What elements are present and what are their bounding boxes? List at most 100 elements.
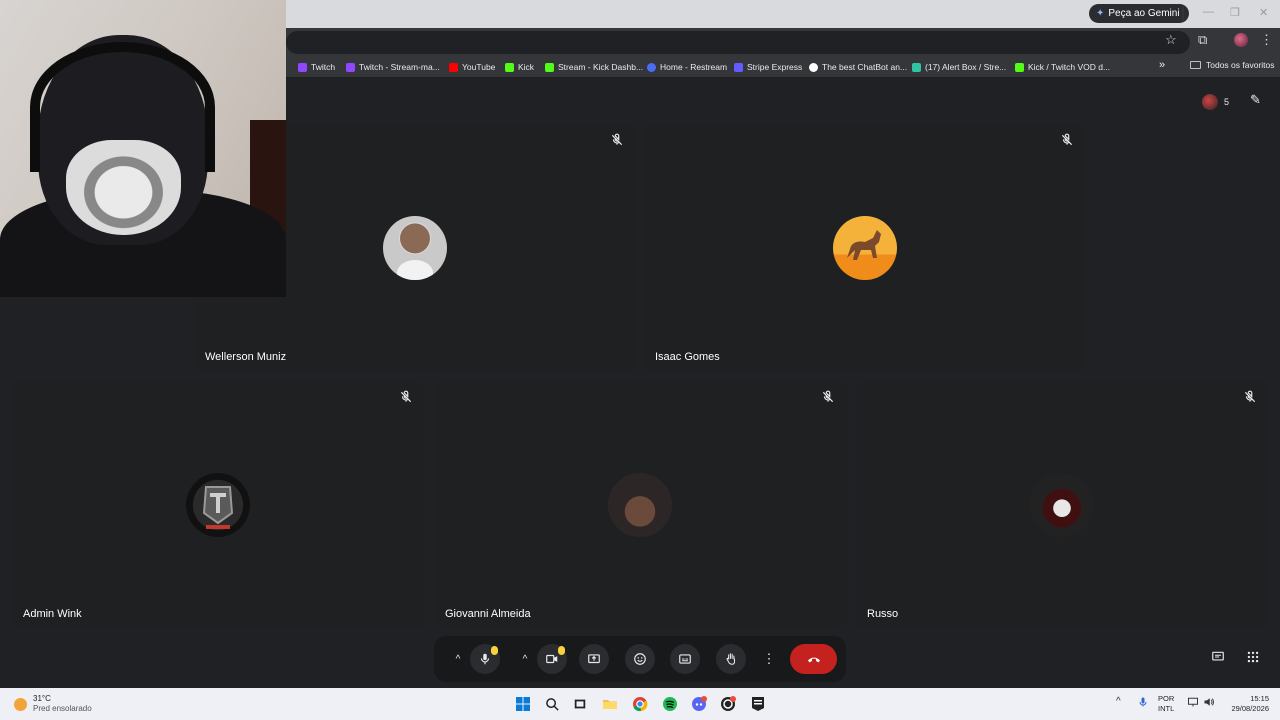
mic-off-icon — [1244, 390, 1256, 403]
windows-taskbar: 31°C Pred ensolarado ^ POR INTL 15:15 29… — [0, 688, 1280, 720]
bookmarks-overflow-icon[interactable]: » — [1159, 59, 1165, 71]
participants-button[interactable]: 5 — [1202, 92, 1229, 112]
tank-emblem-icon — [202, 486, 234, 529]
task-view-button[interactable] — [571, 695, 589, 713]
reactions-button[interactable] — [625, 644, 655, 674]
activities-grid-icon[interactable] — [1246, 650, 1260, 667]
epic-games-icon — [752, 697, 764, 711]
present-screen-button[interactable] — [579, 644, 609, 674]
camera-button[interactable] — [537, 644, 567, 674]
camera-notification-dot — [558, 646, 565, 655]
folder-icon — [1190, 61, 1201, 69]
bookmark-twitch-stream-manager[interactable]: Twitch - Stream-ma... — [346, 60, 440, 74]
chat-icon[interactable] — [1211, 650, 1225, 667]
spotify-icon — [663, 697, 677, 711]
more-vert-icon: ⋮ — [762, 651, 776, 666]
bookmark-youtube[interactable]: YouTube — [449, 60, 495, 74]
participant-tile[interactable]: Russo — [856, 381, 1269, 629]
restream-icon — [647, 62, 656, 72]
gemini-button[interactable]: ✦ Peça ao Gemini — [1089, 4, 1189, 23]
close-icon[interactable]: ✕ — [1259, 6, 1268, 19]
spotify-button[interactable] — [661, 695, 679, 713]
kick-icon — [505, 62, 514, 72]
folder-explorer-icon — [603, 700, 617, 709]
windows-logo-icon — [516, 697, 530, 711]
mic-off-icon — [611, 133, 623, 146]
weather-widget[interactable]: 31°C Pred ensolarado — [14, 694, 92, 714]
chatbot-icon — [809, 62, 818, 72]
bookmark-stripe-express[interactable]: Stripe Express — [734, 60, 802, 74]
avatar — [1030, 473, 1094, 537]
bookmark-restream[interactable]: Home - Restream — [647, 60, 727, 74]
captions-icon — [679, 654, 691, 664]
kick-icon — [1015, 62, 1024, 72]
epic-games-button[interactable] — [749, 695, 767, 713]
leave-call-button[interactable] — [790, 644, 837, 674]
bookmark-kick-twitch-vod[interactable]: Kick / Twitch VOD d... — [1015, 60, 1110, 74]
participant-name: Wellerson Muniz — [205, 351, 287, 363]
horse-icon — [847, 230, 881, 260]
avatar — [383, 216, 447, 280]
discord-icon — [692, 696, 707, 711]
network-icon[interactable] — [1187, 696, 1199, 711]
volume-icon[interactable] — [1203, 696, 1215, 711]
bookmark-kick[interactable]: Kick — [505, 60, 534, 74]
emoji-icon — [634, 653, 646, 665]
raise-hand-icon — [726, 653, 736, 665]
raise-hand-button[interactable] — [716, 644, 746, 674]
obs-button[interactable] — [719, 695, 737, 713]
participants-avatars-icon — [1202, 94, 1218, 110]
start-button[interactable] — [514, 695, 532, 713]
search-taskbar-button[interactable] — [543, 695, 561, 713]
more-options-button[interactable]: ⋮ — [754, 644, 784, 674]
profile-avatar-icon[interactable] — [1234, 33, 1248, 47]
participant-name: Russo — [867, 608, 899, 620]
tray-overflow-chevron-icon[interactable]: ^ — [1116, 696, 1121, 707]
extensions-icon[interactable]: ⧉ — [1198, 32, 1207, 48]
microphone-button[interactable] — [470, 644, 500, 674]
language-indicator[interactable]: POR INTL — [1158, 694, 1174, 714]
discord-button[interactable] — [690, 695, 708, 713]
all-bookmarks-folder[interactable]: Todos os favoritos — [1190, 60, 1275, 70]
video-options-chevron-icon[interactable]: ^ — [517, 644, 533, 674]
titlebar-divider — [1182, 7, 1184, 21]
bookmark-chatbot[interactable]: The best ChatBot an... — [809, 60, 907, 74]
avatar — [608, 473, 672, 537]
webcam-skull-mask — [66, 140, 181, 235]
bookmark-twitch[interactable]: Twitch — [298, 60, 335, 74]
browser-menu-icon[interactable]: ⋮ — [1260, 32, 1273, 48]
chrome-icon — [633, 697, 648, 712]
obs-icon — [721, 696, 736, 711]
clock-date: 29/08/2026 — [1231, 704, 1269, 713]
restore-icon[interactable]: ❐ — [1230, 6, 1240, 19]
search-icon — [545, 697, 559, 711]
bookmark-kick-dashboard[interactable]: Stream - Kick Dashb... — [545, 60, 643, 74]
chrome-button[interactable] — [631, 695, 649, 713]
file-explorer-button[interactable] — [601, 695, 619, 713]
twitch-icon — [298, 62, 307, 72]
kick-icon — [545, 62, 554, 72]
present-screen-icon — [588, 654, 600, 664]
clock-time: 15:15 — [1250, 694, 1269, 703]
system-clock[interactable]: 15:15 29/08/2026 — [1224, 694, 1269, 714]
tray-microphone-icon[interactable] — [1137, 696, 1149, 711]
gemini-sparkle-icon: ✦ — [1096, 8, 1105, 19]
participant-name: Isaac Gomes — [655, 351, 720, 363]
captions-button[interactable] — [670, 644, 700, 674]
sun-icon — [14, 697, 27, 711]
bookmark-star-icon[interactable]: ☆ — [1165, 32, 1177, 48]
participant-tile[interactable]: Isaac Gomes — [644, 124, 1086, 372]
minimize-icon[interactable]: — — [1203, 6, 1214, 18]
webcam-overlay — [0, 0, 286, 297]
bookmark-alert-box[interactable]: (17) Alert Box / Stre... — [912, 60, 1006, 74]
weather-temperature: 31°C — [33, 694, 51, 703]
address-bar[interactable] — [286, 31, 1190, 54]
streamelements-icon — [912, 62, 921, 72]
edit-pencil-icon[interactable]: ✎ — [1250, 92, 1261, 108]
weather-condition: Pred ensolarado — [33, 704, 92, 713]
audio-options-chevron-icon[interactable]: ^ — [450, 644, 466, 674]
video-camera-icon — [546, 654, 558, 664]
participant-tile[interactable]: Admin Wink — [12, 381, 425, 629]
mic-off-icon — [822, 390, 834, 403]
participant-tile[interactable]: Giovanni Almeida — [434, 381, 847, 629]
